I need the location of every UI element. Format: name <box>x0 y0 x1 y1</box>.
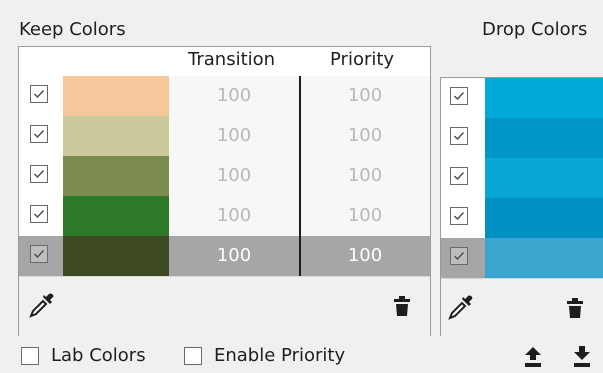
row-checkbox-cell <box>19 156 63 196</box>
row-checkbox-cell <box>441 78 485 118</box>
row-checkbox-cell <box>19 196 63 236</box>
lab-colors-checkbox[interactable] <box>21 347 39 365</box>
row-checkbox[interactable] <box>30 205 48 223</box>
eyedropper-icon[interactable] <box>28 291 56 319</box>
priority-value[interactable]: 100 <box>300 156 430 196</box>
priority-value[interactable]: 100 <box>300 116 430 156</box>
row-checkbox-cell <box>441 198 485 238</box>
row-checkbox[interactable] <box>30 245 48 263</box>
drop-colors-list <box>441 78 603 278</box>
row-checkbox-cell <box>441 238 485 278</box>
enable-priority-option[interactable]: Enable Priority <box>184 345 384 367</box>
priority-value[interactable]: 100 <box>300 236 430 276</box>
trash-icon[interactable] <box>392 295 412 317</box>
row-checkbox-cell <box>19 76 63 116</box>
row-checkbox[interactable] <box>450 207 468 225</box>
eyedropper-icon[interactable] <box>447 293 475 321</box>
row-checkbox[interactable] <box>450 167 468 185</box>
row-checkbox-cell <box>441 118 485 158</box>
keep-color-row[interactable]: 100 100 <box>19 236 430 276</box>
color-swatch[interactable] <box>485 198 603 238</box>
row-checkbox-cell <box>441 158 485 198</box>
color-swatch[interactable] <box>485 158 603 198</box>
priority-value[interactable]: 100 <box>300 196 430 236</box>
priority-value[interactable]: 100 <box>300 76 430 116</box>
drop-color-row[interactable] <box>441 78 603 118</box>
drop-color-row[interactable] <box>441 238 603 278</box>
drop-colors-panel <box>440 77 603 337</box>
row-checkbox-cell <box>19 236 63 276</box>
color-swatch[interactable] <box>63 196 169 236</box>
drop-colors-title: Drop Colors <box>482 19 588 40</box>
color-swatch[interactable] <box>63 156 169 196</box>
upload-icon[interactable] <box>522 345 544 369</box>
row-checkbox[interactable] <box>30 165 48 183</box>
row-checkbox-cell <box>19 116 63 156</box>
color-swatch[interactable] <box>63 116 169 156</box>
transition-value[interactable]: 100 <box>169 116 299 156</box>
lab-colors-option[interactable]: Lab Colors <box>19 345 169 367</box>
column-divider <box>299 76 301 276</box>
keep-color-row[interactable]: 100 100 <box>19 156 430 196</box>
enable-priority-label: Enable Priority <box>214 345 346 366</box>
keep-color-row[interactable]: 100 100 <box>19 76 430 116</box>
transition-value[interactable]: 100 <box>169 76 299 116</box>
drop-color-row[interactable] <box>441 158 603 198</box>
transition-value[interactable]: 100 <box>169 236 299 276</box>
keep-colors-title: Keep Colors <box>19 19 126 40</box>
keep-color-row[interactable]: 100 100 <box>19 116 430 156</box>
color-swatch[interactable] <box>63 76 169 116</box>
keep-colors-table: 100 100 100 100 100 100 100 100 100 100 <box>19 76 430 276</box>
keep-tools-row <box>19 276 430 336</box>
priority-column-header[interactable]: Priority <box>330 49 394 70</box>
row-checkbox[interactable] <box>30 125 48 143</box>
row-checkbox[interactable] <box>450 247 468 265</box>
transition-value[interactable]: 100 <box>169 156 299 196</box>
lab-colors-label: Lab Colors <box>51 345 146 366</box>
trash-icon[interactable] <box>565 297 585 319</box>
color-swatch[interactable] <box>485 78 603 118</box>
transition-column-header[interactable]: Transition <box>188 49 275 70</box>
row-checkbox[interactable] <box>30 85 48 103</box>
drop-color-row[interactable] <box>441 198 603 238</box>
drop-tools-row <box>441 278 603 337</box>
color-swatch[interactable] <box>485 238 603 278</box>
color-swatch[interactable] <box>63 236 169 276</box>
download-icon[interactable] <box>571 345 593 369</box>
keep-color-row[interactable]: 100 100 <box>19 196 430 236</box>
color-swatch[interactable] <box>485 118 603 158</box>
drop-color-row[interactable] <box>441 118 603 158</box>
row-checkbox[interactable] <box>450 87 468 105</box>
row-checkbox[interactable] <box>450 127 468 145</box>
transition-value[interactable]: 100 <box>169 196 299 236</box>
keep-colors-panel: Transition Priority 100 100 100 100 100 100 10… <box>18 46 431 336</box>
enable-priority-checkbox[interactable] <box>184 347 202 365</box>
